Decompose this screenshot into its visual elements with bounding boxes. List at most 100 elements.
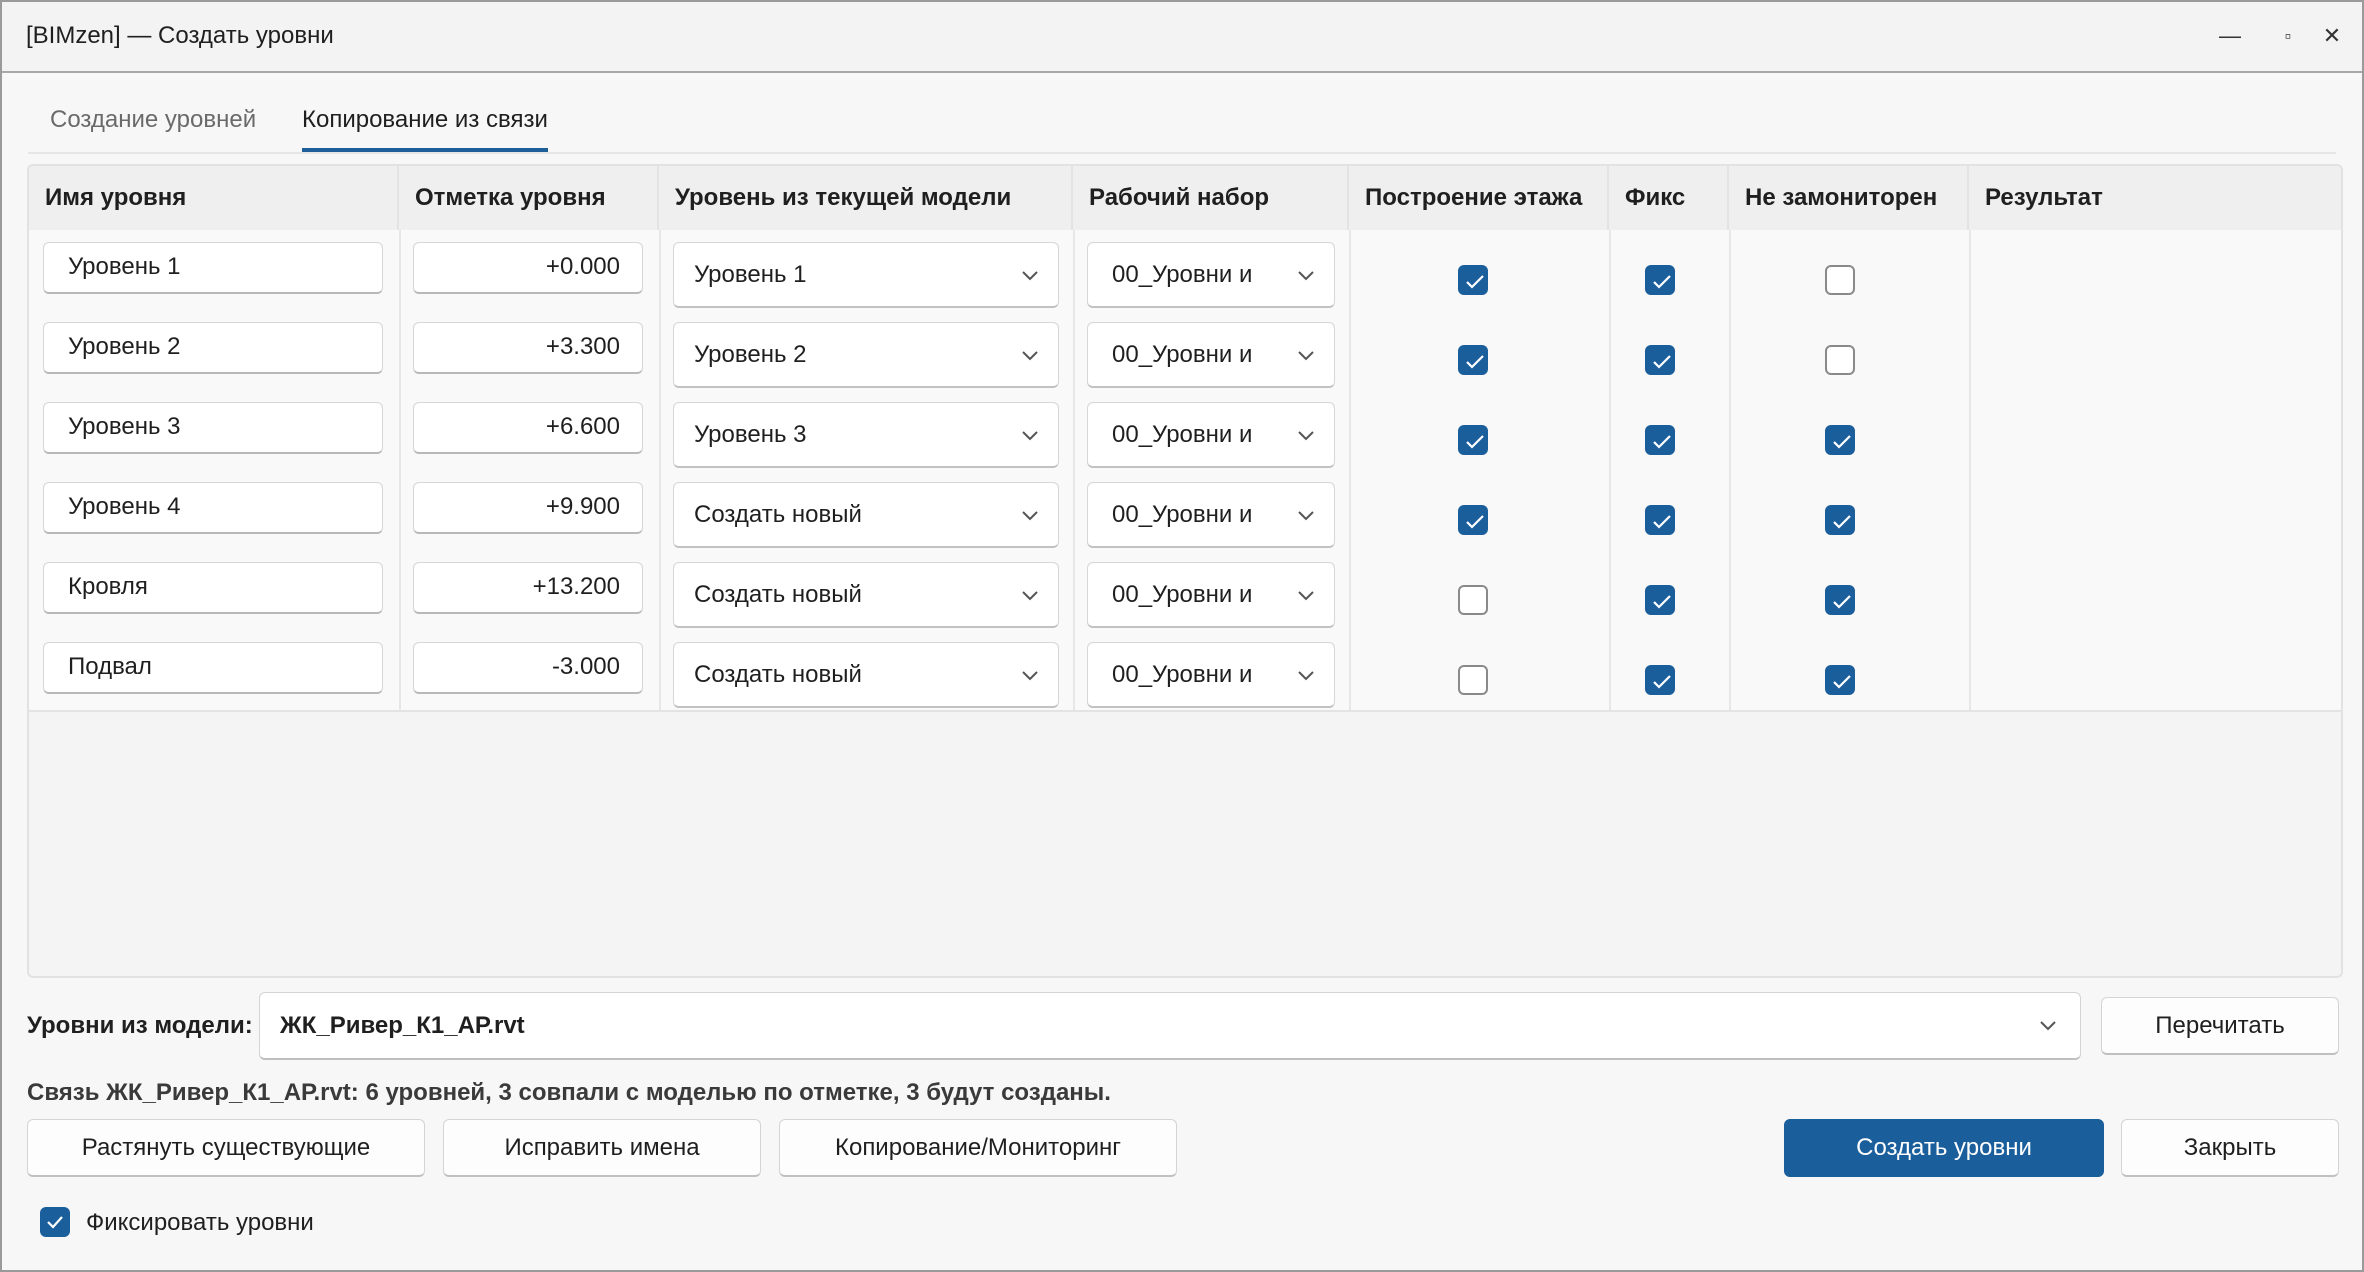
workset-dropdown[interactable]: 00_Уровни и [1087,482,1335,548]
copy-monitor-button[interactable]: Копирование/Мониторинг [779,1119,1177,1177]
column-divider [1073,310,1075,390]
workset-dropdown[interactable]: 00_Уровни и [1087,322,1335,388]
current-level-dropdown[interactable]: Создать новый [673,562,1059,628]
floor-checkbox[interactable] [1458,665,1488,695]
current-level-dropdown[interactable]: Уровень 1 [673,242,1059,308]
current-level-value: Уровень 1 [694,261,807,288]
column-header-level[interactable]: Уровень из текущей модели [659,166,1073,230]
column-divider [1609,230,1611,310]
minimize-button[interactable]: — [2208,14,2252,58]
tab-create-levels[interactable]: Создание уровней [50,106,256,148]
column-header-unmonitored[interactable]: Не замониторен [1729,166,1969,230]
grid-header: Имя уровня Отметка уровня Уровень из тек… [29,166,2341,232]
checkmark-icon [1653,595,1671,609]
current-level-value: Создать новый [694,581,862,608]
level-name-input[interactable]: Уровень 2 [43,322,383,374]
level-name-input[interactable]: Уровень 1 [43,242,383,294]
floor-checkbox[interactable] [1458,425,1488,455]
workset-value: 00_Уровни и [1112,261,1253,288]
level-elevation-input[interactable]: +6.600 [413,402,643,454]
current-level-dropdown[interactable]: Уровень 3 [673,402,1059,468]
level-elevation-input[interactable]: +0.000 [413,242,643,294]
column-divider [659,470,661,550]
column-divider [399,550,401,630]
workset-dropdown[interactable]: 00_Уровни и [1087,562,1335,628]
fix-checkbox[interactable] [1645,665,1675,695]
column-divider [399,230,401,310]
fix-checkbox[interactable] [1645,345,1675,375]
column-divider [1969,550,1971,630]
column-divider [1073,550,1075,630]
column-divider [1609,630,1611,710]
column-divider [1349,390,1351,470]
reread-button[interactable]: Перечитать [2101,997,2339,1055]
column-header-elevation[interactable]: Отметка уровня [399,166,659,230]
fix-checkbox[interactable] [1645,265,1675,295]
tab-copy-from-link[interactable]: Копирование из связи [302,106,548,152]
column-divider [1729,230,1731,310]
floor-checkbox[interactable] [1458,505,1488,535]
table-row: Уровень 1 +0.000 Уровень 1 00_Уровни и [29,230,2341,312]
column-header-name[interactable]: Имя уровня [29,166,399,230]
column-header-fix[interactable]: Фикс [1609,166,1729,230]
checkmark-icon [1653,435,1671,449]
fix-checkbox[interactable] [1645,585,1675,615]
close-window-button[interactable]: ✕ [2310,14,2354,58]
level-elevation-input[interactable]: +9.900 [413,482,643,534]
workset-value: 00_Уровни и [1112,341,1253,368]
fix-checkbox[interactable] [1645,505,1675,535]
unmonitored-checkbox[interactable] [1825,585,1855,615]
maximize-button[interactable]: ▫ [2266,14,2310,58]
floor-checkbox[interactable] [1458,265,1488,295]
chevron-down-icon [1022,271,1038,281]
table-row: Подвал -3.000 Создать новый 00_Уровни и [29,630,2341,712]
column-header-floor[interactable]: Построение этажа [1349,166,1609,230]
workset-dropdown[interactable]: 00_Уровни и [1087,242,1335,308]
current-level-dropdown[interactable]: Уровень 2 [673,322,1059,388]
level-name-input[interactable]: Уровень 3 [43,402,383,454]
column-divider [1969,230,1971,310]
create-levels-button[interactable]: Создать уровни [1784,1119,2104,1177]
level-elevation-input[interactable]: -3.000 [413,642,643,694]
column-divider [1349,550,1351,630]
level-name-input[interactable]: Кровля [43,562,383,614]
column-divider [1969,310,1971,390]
checkmark-icon [1466,435,1484,449]
checkmark-icon [1833,515,1851,529]
fix-levels-checkbox[interactable] [40,1207,70,1237]
close-button[interactable]: Закрыть [2121,1119,2339,1177]
floor-checkbox[interactable] [1458,345,1488,375]
current-level-dropdown[interactable]: Создать новый [673,642,1059,708]
current-level-dropdown[interactable]: Создать новый [673,482,1059,548]
level-elevation-input[interactable]: +13.200 [413,562,643,614]
column-header-result[interactable]: Результат [1969,166,2341,230]
chevron-down-icon [1022,671,1038,681]
unmonitored-checkbox[interactable] [1825,665,1855,695]
fix-names-button[interactable]: Исправить имена [443,1119,761,1177]
chevron-down-icon [1298,351,1314,361]
source-model-label: Уровни из модели: [27,1012,253,1039]
unmonitored-checkbox[interactable] [1825,265,1855,295]
fix-checkbox[interactable] [1645,425,1675,455]
unmonitored-checkbox[interactable] [1825,505,1855,535]
level-name-input[interactable]: Подвал [43,642,383,694]
column-divider [1969,630,1971,710]
workset-dropdown[interactable]: 00_Уровни и [1087,642,1335,708]
column-header-workset[interactable]: Рабочий набор [1073,166,1349,230]
status-text: Связь ЖК_Ривер_К1_АР.rvt: 6 уровней, 3 с… [27,1079,1111,1106]
workset-dropdown[interactable]: 00_Уровни и [1087,402,1335,468]
source-model-dropdown[interactable]: ЖК_Ривер_К1_АР.rvt [259,992,2081,1060]
level-name-input[interactable]: Уровень 4 [43,482,383,534]
level-elevation-input[interactable]: +3.300 [413,322,643,374]
chevron-down-icon [1298,271,1314,281]
unmonitored-checkbox[interactable] [1825,425,1855,455]
stretch-existing-button[interactable]: Растянуть существующие [27,1119,425,1177]
chevron-down-icon [1298,511,1314,521]
column-divider [659,550,661,630]
column-divider [1729,630,1731,710]
column-divider [659,310,661,390]
column-divider [659,230,661,310]
unmonitored-checkbox[interactable] [1825,345,1855,375]
floor-checkbox[interactable] [1458,585,1488,615]
checkmark-icon [1833,675,1851,689]
